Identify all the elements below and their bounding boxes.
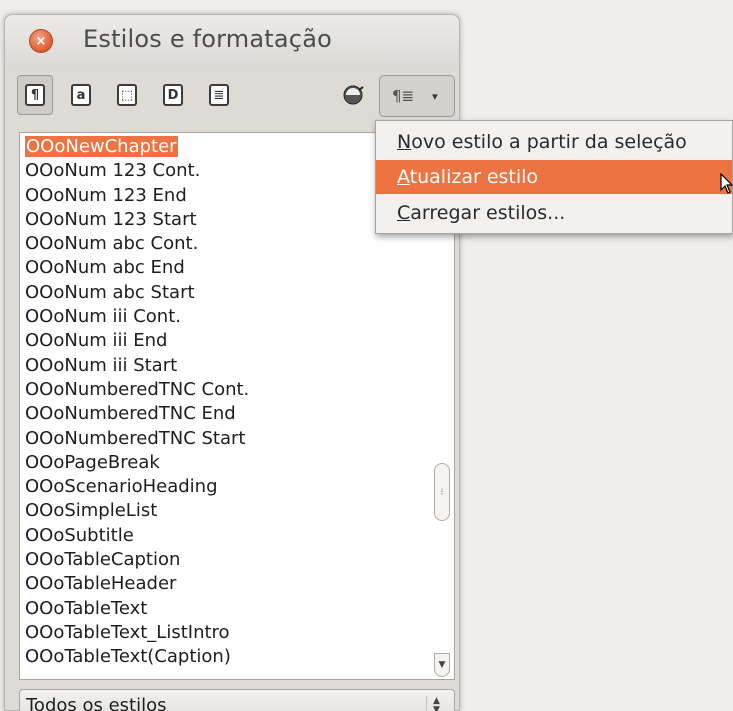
style-filter-select[interactable]: Todos os estilos ▲ ▼	[19, 689, 455, 711]
style-list-item[interactable]: OOoNum 123 Cont.	[20, 159, 430, 183]
style-list-item[interactable]: OOoTableHeader	[20, 572, 430, 596]
close-icon: ×	[35, 33, 47, 49]
style-list-item[interactable]: OOoNumberedTNC Cont.	[20, 378, 430, 402]
close-button[interactable]: ×	[29, 29, 53, 53]
style-name: OOoNum 123 End	[25, 184, 187, 206]
page-styles-button[interactable]: D	[155, 75, 191, 115]
scrollbar-thumb[interactable]: ⁝	[434, 463, 450, 521]
style-name: OOoNewChapter	[25, 136, 178, 157]
style-list-item[interactable]: OOoNum 123 End	[20, 184, 430, 208]
styles-panel: × Estilos e formatação ¶ a ⬚ D ≣ ¶≣ ▾ OO…	[4, 14, 460, 711]
menu-item-update-style[interactable]: Atualizar estilo	[376, 160, 732, 194]
style-list-item[interactable]: OOoTableText_ListIntro	[20, 621, 430, 645]
style-list-item[interactable]: OOoNumberedTNC Start	[20, 427, 430, 451]
list-styles-icon: ≣	[209, 84, 229, 106]
style-name: OOoNum iii Cont.	[25, 306, 181, 328]
title-bar: × Estilos e formatação	[5, 15, 459, 69]
style-list-item[interactable]: OOoTableText	[20, 597, 430, 621]
menu-item-label: ovo estilo a partir da seleção	[411, 131, 687, 153]
style-name: OOoTableText_ListIntro	[25, 621, 230, 643]
window-title: Estilos e formatação	[83, 25, 332, 53]
style-name: OOoNum iii Start	[25, 354, 178, 376]
style-list-item[interactable]: OOoNum 123 Start	[20, 208, 430, 232]
style-filter-value: Todos os estilos	[26, 695, 167, 711]
style-name: OOoSimpleList	[25, 500, 158, 522]
fill-format-mode-button[interactable]	[341, 83, 365, 107]
updown-arrows-icon: ▲ ▼	[426, 696, 446, 711]
menu-item-load-styles[interactable]: Carregar estilos...	[376, 196, 732, 230]
scroll-down-button[interactable]: ▼	[434, 653, 450, 677]
style-list-item[interactable]: OOoSimpleList	[20, 499, 430, 523]
menu-item-label: arregar estilos...	[410, 202, 566, 224]
paint-bucket-icon	[343, 85, 364, 105]
mnemonic: N	[397, 131, 412, 153]
style-list-item[interactable]: OOoNum iii Cont.	[20, 305, 430, 329]
character-styles-icon: a	[71, 84, 91, 106]
style-name: OOoNum 123 Cont.	[25, 160, 201, 182]
style-list-item[interactable]: OOoNum iii End	[20, 329, 430, 353]
screen: × Estilos e formatação ¶ a ⬚ D ≣ ¶≣ ▾ OO…	[0, 0, 733, 711]
style-name: OOoTableText	[25, 597, 148, 619]
style-list-item[interactable]: OOoNewChapter	[20, 135, 430, 159]
frame-styles-button[interactable]: ⬚	[109, 75, 145, 115]
style-list-item[interactable]: OOoTableText(Caption)	[20, 645, 430, 669]
paragraph-styles-button[interactable]: ¶	[17, 75, 53, 115]
page-styles-icon: D	[163, 84, 183, 106]
new-style-menu-button[interactable]: ¶≣ ▾	[379, 75, 455, 117]
style-name: OOoTableText(Caption)	[25, 646, 231, 668]
frame-styles-icon: ⬚	[117, 84, 137, 106]
style-list-item[interactable]: OOoScenarioHeading	[20, 475, 430, 499]
style-name: OOoPageBreak	[25, 451, 160, 473]
style-name: OOoTableCaption	[25, 549, 181, 571]
mouse-pointer-icon	[720, 173, 733, 194]
style-name: OOoNum abc Start	[25, 281, 195, 303]
style-list-item[interactable]: OOoNumberedTNC End	[20, 402, 430, 426]
style-list: OOoNewChapter OOoNum 123 Cont. OOoNum 123 …	[20, 135, 430, 670]
mnemonic: A	[397, 166, 410, 188]
menu-item-label: tualizar estilo	[409, 166, 539, 188]
style-list-item[interactable]: OOoNum abc Cont.	[20, 232, 430, 256]
style-name: OOoNum abc Cont.	[25, 233, 199, 255]
style-list-item[interactable]: OOoPageBreak	[20, 451, 430, 475]
style-name: OOoNum 123 Start	[25, 208, 197, 230]
style-name: OOoNumberedTNC Cont.	[25, 378, 250, 400]
style-list-item[interactable]: OOoNum abc End	[20, 256, 430, 280]
style-list-item[interactable]: OOoNum abc Start	[20, 281, 430, 305]
style-list-item[interactable]: OOoSubtitle	[20, 524, 430, 548]
style-name: OOoNum abc End	[25, 257, 185, 279]
toolbar: ¶ a ⬚ D ≣ ¶≣ ▾	[15, 75, 455, 121]
new-style-icon: ¶≣	[392, 87, 415, 105]
style-name: OOoNumberedTNC Start	[25, 427, 246, 449]
style-name: OOoTableHeader	[25, 573, 177, 595]
character-styles-button[interactable]: a	[63, 75, 99, 115]
style-name: OOoSubtitle	[25, 524, 134, 546]
paragraph-styles-icon: ¶	[25, 84, 45, 106]
style-name: OOoNum iii End	[25, 330, 168, 352]
menu-item-new-style-from-selection[interactable]: Novo estilo a partir da seleção	[376, 125, 732, 159]
list-styles-button[interactable]: ≣	[201, 75, 237, 115]
new-style-menu: Novo estilo a partir da seleção Atualiza…	[375, 120, 733, 234]
style-list-item[interactable]: OOoTableCaption	[20, 548, 430, 572]
style-name: OOoNumberedTNC End	[25, 403, 236, 425]
style-name: OOoScenarioHeading	[25, 476, 218, 498]
chevron-down-icon: ▾	[432, 89, 438, 103]
style-list-item[interactable]: OOoNum iii Start	[20, 354, 430, 378]
mnemonic: C	[397, 202, 411, 224]
